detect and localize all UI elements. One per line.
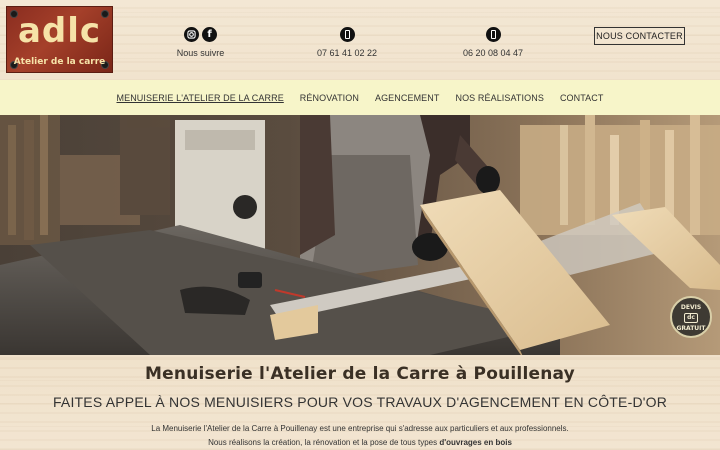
intro-paragraph-2-text: Nous réalisons la création, la rénovatio… (208, 438, 440, 447)
intro-paragraph-1: La Menuiserie l'Atelier de la Carre à Po… (151, 424, 569, 433)
mobile-phone-icon (485, 27, 501, 42)
hero-image (0, 115, 720, 355)
phone-number-1[interactable]: 07 61 41 02 22 (312, 48, 382, 58)
social-block: f Nous suivre (168, 27, 233, 58)
hero-banner: DEVIS dc GRATUIT (0, 115, 720, 355)
social-label: Nous suivre (176, 48, 225, 58)
badge-dlc-icon: dc (684, 313, 698, 323)
site-logo[interactable]: adlc Atelier de la carre (6, 6, 113, 73)
page-title: Menuiserie l'Atelier de la Carre à Pouil… (145, 364, 575, 384)
instagram-icon[interactable] (184, 27, 199, 42)
badge-line-2: GRATUIT (676, 325, 706, 332)
logo-tagline: Atelier de la carre (13, 57, 106, 67)
nav-item-contact[interactable]: CONTACT (552, 93, 612, 103)
nav-item-agencement[interactable]: AGENCEMENT (367, 93, 448, 103)
free-quote-badge[interactable]: DEVIS dc GRATUIT (670, 296, 712, 338)
intro-section: Menuiserie l'Atelier de la Carre à Pouil… (0, 355, 720, 450)
phone-number-2[interactable]: 06 20 08 04 47 (458, 48, 528, 58)
badge-line-1: DEVIS (680, 304, 702, 311)
page-subtitle: FAITES APPEL À NOS MENUISIERS POUR VOS T… (52, 394, 668, 410)
logo-mark: adlc (17, 11, 102, 51)
phone-block-1: 07 61 41 02 22 (312, 27, 382, 58)
nav-item-menuiserie[interactable]: MENUISERIE L'ATELIER DE LA CARRE (109, 93, 292, 103)
phone-block-2: 06 20 08 04 47 (458, 27, 528, 58)
contact-button[interactable]: NOUS CONTACTER (594, 27, 685, 45)
main-nav: MENUISERIE L'ATELIER DE LA CARRE RÉNOVAT… (0, 80, 720, 115)
facebook-icon[interactable]: f (202, 27, 217, 42)
site-header: adlc Atelier de la carre f Nous suivre 0… (0, 0, 720, 80)
mobile-phone-icon (339, 27, 355, 42)
nav-item-renovation[interactable]: RÉNOVATION (292, 93, 367, 103)
intro-paragraph-2: Nous réalisons la création, la rénovatio… (0, 438, 720, 447)
intro-paragraph-2-bold: d'ouvrages en bois (439, 438, 512, 447)
nav-item-realisations[interactable]: NOS RÉALISATIONS (447, 93, 551, 103)
